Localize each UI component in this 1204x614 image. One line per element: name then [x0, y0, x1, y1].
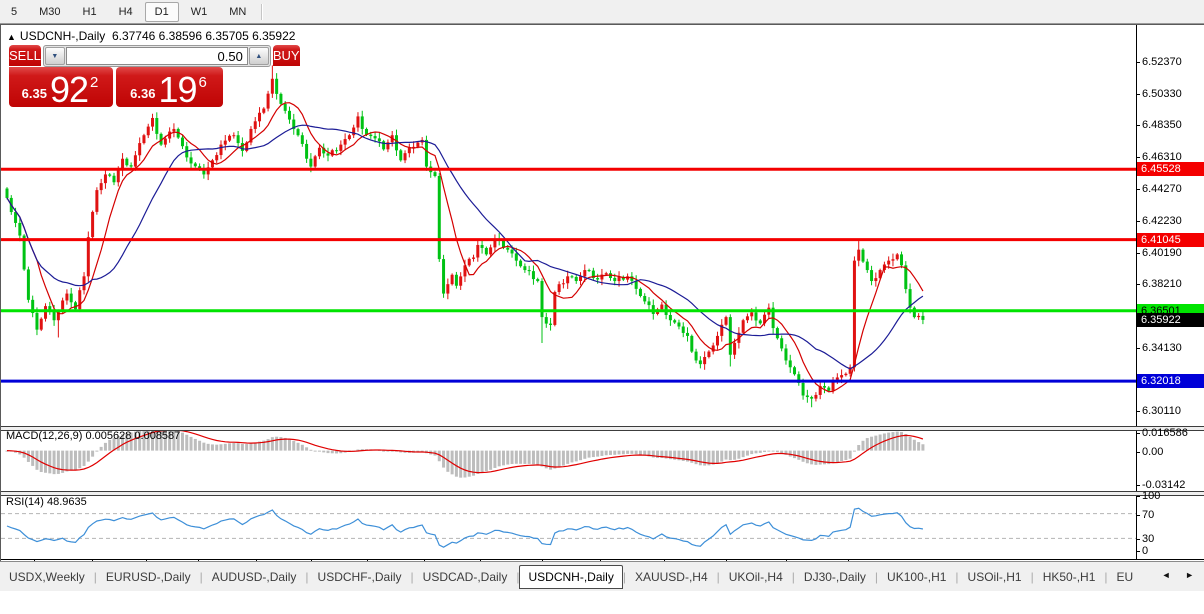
chart-window: ▲ USDCNH-,Daily 6.37746 6.38596 6.35705 6…	[0, 24, 1204, 586]
buy-price-superscript: 6	[198, 74, 207, 91]
price-tick-label: 6.52370	[1142, 56, 1182, 68]
tab-xauusd-h4[interactable]: XAUUSD-,H4	[626, 566, 717, 588]
buy-price-box[interactable]: 6.36 19 6	[116, 67, 223, 110]
chart-symbol-label: USDCNH-,Daily	[19, 29, 106, 43]
timeframe-button-h1[interactable]: H1	[73, 2, 107, 22]
price-level-badge: 6.35922	[1137, 312, 1204, 327]
chart-title: ▲ USDCNH-,Daily 6.37746 6.38596 6.35705 6…	[7, 29, 295, 43]
volume-spinner-group: ▼ ▲	[42, 45, 271, 67]
macd-tick	[1136, 485, 1140, 486]
main-macd-separator[interactable]	[1, 426, 1204, 431]
price-tick	[1136, 125, 1140, 127]
timeframe-button-m30[interactable]: M30	[29, 2, 70, 22]
rsi-label: RSI(14) 48.9635	[6, 496, 87, 508]
price-level-badge: 6.41045	[1137, 232, 1204, 247]
price-level-badge: 6.45528	[1137, 162, 1204, 177]
timeframe-buttons: 5 M30 H1 H4 D1 W1 MN	[0, 1, 257, 22]
price-tick	[1136, 252, 1140, 254]
macd-label: MACD(12,26,9) 0.005628 0.008587	[6, 430, 181, 442]
price-tick-label: 6.44270	[1142, 182, 1182, 195]
trading-platform-window: 5 M30 H1 H4 D1 W1 MN ▲ USDCNH-,Daily 6.37746 6.…	[0, 0, 1204, 614]
price-tick-label: 6.48350	[1142, 119, 1182, 132]
tab-ukoil-h4[interactable]: UKOil-,H4	[720, 566, 792, 588]
toolbar-separator	[261, 3, 264, 20]
tab-usoil-h1[interactable]: USOil-,H1	[959, 566, 1031, 588]
tab-hk50-h1[interactable]: HK50-,H1	[1034, 566, 1105, 588]
volume-input[interactable]	[65, 47, 248, 65]
sell-price-box[interactable]: 6.35 92 2	[9, 67, 113, 110]
sell-price-superscript: 2	[90, 74, 99, 91]
trade-panel-price-row: 6.35 92 2 6.36 19 6	[9, 67, 223, 110]
price-tick	[1136, 347, 1140, 349]
price-tick	[1136, 157, 1140, 158]
tab-uk100-h1[interactable]: UK100-,H1	[878, 566, 955, 588]
price-tick-label: 6.38210	[1142, 278, 1182, 290]
timeframe-toolbar: 5 M30 H1 H4 D1 W1 MN	[0, 0, 1204, 24]
macd-axis-label: 0.00	[1142, 445, 1164, 458]
timeframe-button-w1[interactable]: W1	[181, 2, 218, 22]
tab-eu[interactable]: EU	[1108, 566, 1143, 588]
price-tick	[1136, 220, 1140, 222]
rsi-axis-label: 30	[1142, 533, 1155, 546]
timeframe-button-h4[interactable]: H4	[109, 2, 143, 22]
tab-audusd-daily[interactable]: AUDUSD-,Daily	[203, 566, 306, 588]
volume-increase-button[interactable]: ▲	[248, 47, 269, 65]
timeframe-button-mn[interactable]: MN	[219, 2, 256, 22]
price-tick-label: 6.34130	[1142, 341, 1182, 354]
volume-decrease-button[interactable]: ▼	[44, 47, 65, 65]
tab-usdcnh-daily[interactable]: USDCNH-,Daily	[519, 564, 623, 589]
timeframe-button-d1[interactable]: D1	[144, 1, 179, 22]
rsi-axis-label: 0	[1142, 545, 1149, 557]
chart-ohlc-values: 6.37746 6.38596 6.35705 6.35922	[111, 29, 296, 43]
tab-usdx-weekly[interactable]: USDX,Weekly	[0, 566, 94, 588]
one-click-trade-panel: SELL ▼ ▲ BUY 6.35 92 2 6.36 19 6	[9, 45, 300, 110]
price-tick	[1136, 62, 1140, 63]
price-tick-label: 6.50330	[1142, 87, 1182, 100]
price-tick-label: 6.40190	[1142, 246, 1182, 259]
rsi-tick	[1136, 551, 1140, 552]
tab-eurusd-daily[interactable]: EURUSD-,Daily	[97, 566, 200, 588]
trade-panel-top-row: SELL ▼ ▲ BUY	[9, 45, 300, 67]
sell-price-main: 92	[49, 69, 89, 110]
price-tick	[1136, 284, 1140, 285]
rsi-indicator-chart[interactable]	[1, 494, 1136, 558]
sell-button[interactable]: SELL	[9, 45, 41, 67]
price-tick	[1136, 411, 1140, 412]
timeframe-button-5[interactable]: 5	[1, 2, 27, 22]
rsi-axis-label: 70	[1142, 508, 1155, 521]
macd-axis-label: 0.016586	[1142, 426, 1188, 439]
tab-usdcad-daily[interactable]: USDCAD-,Daily	[414, 566, 517, 588]
tab-dj30-daily[interactable]: DJ30-,Daily	[795, 566, 875, 588]
buy-price-prefix: 6.36	[130, 86, 156, 101]
sell-price-prefix: 6.35	[21, 86, 47, 101]
rsi-tick	[1136, 496, 1140, 497]
buy-price-main: 19	[158, 69, 197, 110]
rsi-tick	[1136, 539, 1140, 541]
price-axis-border	[1136, 25, 1137, 559]
rsi-axis-label: 100	[1142, 490, 1161, 502]
tab-scroll-arrows[interactable]: ◄ ►	[1155, 570, 1200, 580]
price-level-badge: 6.32018	[1137, 374, 1204, 389]
symbol-tabs: USDX,Weekly | EURUSD-,Daily | AUDUSD-,Daily |…	[0, 564, 1143, 589]
price-tick	[1136, 93, 1140, 95]
tab-usdchf-daily[interactable]: USDCHF-,Daily	[309, 566, 411, 588]
collapse-marker-icon[interactable]: ▲	[7, 32, 16, 42]
price-tick-label: 6.46310	[1142, 151, 1182, 163]
rsi-tick	[1136, 514, 1140, 516]
symbol-tab-bar: USDX,Weekly | EURUSD-,Daily | AUDUSD-,Daily |…	[0, 561, 1204, 591]
price-tick-label: 6.42230	[1142, 214, 1182, 227]
price-tick-label: 6.30110	[1142, 405, 1181, 417]
price-tick	[1136, 188, 1140, 190]
buy-button[interactable]: BUY	[272, 45, 300, 67]
macd-tick	[1136, 432, 1140, 434]
macd-tick	[1136, 451, 1140, 453]
macd-rsi-separator[interactable]	[1, 491, 1204, 496]
